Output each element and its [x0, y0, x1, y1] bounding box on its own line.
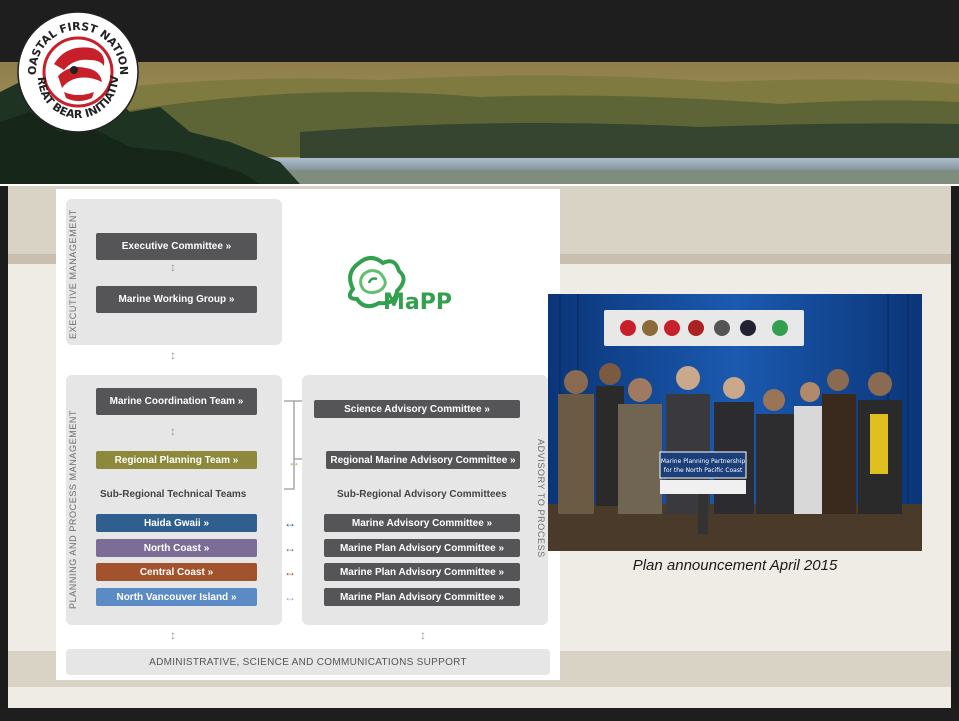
link-arrow: ↔	[288, 455, 300, 469]
link-arrow: ↔	[284, 590, 296, 604]
announcement-photo: Marine Planning Partnership for the Nort…	[548, 294, 922, 551]
coastal-first-nations-logo: COASTAL FIRST NATIONS GREAT BEAR INITIAT…	[14, 8, 139, 133]
advisory-to-process-label: Advisory to Process	[536, 439, 546, 558]
science-advisory-committee-box[interactable]: Science Advisory Committee »	[314, 400, 520, 418]
vertical-connector: ↕	[170, 260, 176, 274]
marine-plan-advisory-committee-box[interactable]: Marine Plan Advisory Committee »	[324, 563, 520, 581]
regional-marine-advisory-committee-box[interactable]: Regional Marine Advisory Committee »	[326, 451, 520, 469]
vertical-connector: ↕	[170, 348, 176, 362]
mapp-logo-text: MaPP	[383, 290, 452, 315]
mapp-org-diagram: Executive Management Executive Committee…	[56, 189, 560, 680]
top-bar	[0, 0, 959, 62]
executive-committee-box[interactable]: Executive Committee »	[96, 233, 257, 260]
mapp-logo: MaPP	[347, 256, 452, 315]
marine-advisory-committee-box[interactable]: Marine Advisory Committee »	[324, 514, 520, 532]
vertical-connector: ↕	[420, 628, 426, 642]
support-footer-box: Administrative, Science and Communicatio…	[66, 649, 550, 675]
marine-coordination-team-box[interactable]: Marine Coordination Team »	[96, 388, 257, 415]
link-arrow: ↔	[284, 565, 296, 579]
link-arrow: ↔	[284, 516, 296, 530]
link-arrow: ↔	[284, 541, 296, 555]
photo-sign-line1: Marine Planning Partnership	[661, 458, 746, 465]
slide: COASTAL FIRST NATIONS GREAT BEAR INITIAT…	[0, 0, 959, 721]
sub-regional-advisory-committees-heading: Sub-Regional Advisory Committees	[337, 489, 507, 500]
sub-regional-technical-teams-heading: Sub-Regional Technical Teams	[100, 489, 247, 500]
planning-process-label: Planning and Process Management	[68, 409, 78, 609]
photo-sign-line2: for the North Pacific Coast	[664, 467, 743, 474]
bottom-bar	[0, 708, 959, 721]
haida-gwaii-box[interactable]: Haida Gwaii »	[96, 514, 257, 532]
marine-plan-advisory-committee-box[interactable]: Marine Plan Advisory Committee »	[324, 588, 520, 606]
marine-working-group-box[interactable]: Marine Working Group »	[96, 286, 257, 313]
regional-planning-team-box[interactable]: Regional Planning Team »	[96, 451, 257, 469]
landscape-banner	[0, 62, 959, 184]
announcement-photo-image: Marine Planning Partnership for the Nort…	[548, 294, 922, 551]
support-footer-text: Administrative, Science and Communicatio…	[149, 656, 467, 668]
vertical-connector: ↕	[170, 424, 176, 438]
photo-caption: Plan announcement April 2015	[632, 557, 838, 574]
north-vancouver-island-box[interactable]: North Vancouver Island »	[96, 588, 257, 606]
vertical-connector: ↕	[170, 628, 176, 642]
marine-plan-advisory-committee-box[interactable]: Marine Plan Advisory Committee »	[324, 539, 520, 557]
central-coast-box[interactable]: Central Coast »	[96, 563, 257, 581]
north-coast-box[interactable]: North Coast »	[96, 539, 257, 557]
landscape-image	[0, 62, 959, 184]
executive-management-label: Executive Management	[68, 208, 78, 339]
